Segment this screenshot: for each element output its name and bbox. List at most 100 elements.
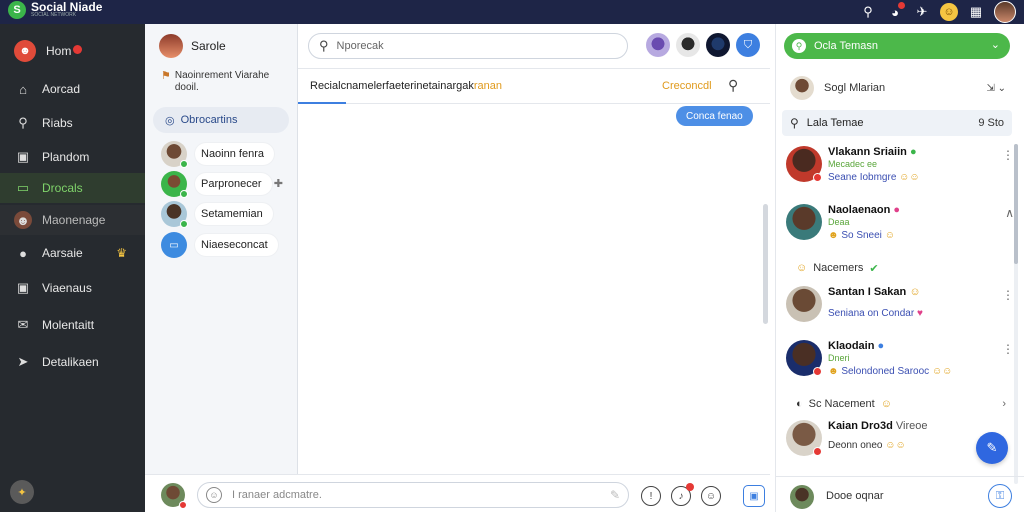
conversation-filter-active[interactable]: ◎ Obrocartins [153,107,289,133]
avatar[interactable] [676,33,700,57]
notifications-icon[interactable]: ◕ [886,2,905,21]
emoji-icon: ☺ [796,262,808,274]
contact-name: Naolaenaon ● [828,204,901,216]
sidebar-item-search[interactable]: ⚲ Riabs [0,108,145,138]
collapse-icon[interactable]: ∧ [1005,206,1014,220]
scrollbar-thumb[interactable] [1014,144,1018,264]
more-icon[interactable]: ⋮ [1002,148,1014,162]
search-icon[interactable]: ⚲ [728,77,738,94]
contact-name: Klaodain ● [828,340,885,352]
conversation-list: Sarole ⚑ Naoinrement Viarahe dooil. ◎ Ob… [145,24,298,474]
message-input[interactable]: ☺ I ranaer adcmatre. ✎ [197,482,629,508]
scrollbar[interactable] [763,204,768,324]
house-icon: ⌂ [19,81,27,97]
mail-icon: ✉ [17,317,29,332]
new-message-button[interactable]: ✎ [976,432,1008,464]
sidebar-item-detalikaen[interactable]: ➤ Detalikaen [0,347,145,377]
avatar[interactable] [161,483,187,509]
contact-name: Vlakann Sriaiin ● [828,146,917,158]
avatar[interactable] [646,33,670,57]
attach-icon[interactable]: ✎ [610,488,620,502]
panel-user[interactable]: Sogl Mlarian ⇲ ⌄ [790,75,1010,101]
top-bar: S Social Niade SOCIAL NETWORK ⚲ ◕ ✈ ☺ ▦ [0,0,1024,24]
pin-icon[interactable]: ✚ [274,177,283,190]
panel-header[interactable]: ⚲ Ocla Temasn ⌄ [784,33,1010,59]
panel-search-input[interactable]: ⚲ Lala Temae 9 Sto [782,110,1012,136]
sidebar-nav: ☻ Hom ⌂ Aorcad ⚲ Riabs ▣ Plandom ▭ Droca… [0,24,145,512]
avatar [159,34,183,58]
group-row[interactable]: ◐ Sc Nacement ☺ › [796,395,1006,413]
video-icon: ▣ [16,280,30,295]
chat-icon: ▭ [16,180,30,195]
sidebar-item-aarsaie[interactable]: ● Aarsaie ♛ [0,238,145,268]
notifications-icon[interactable]: ♪ [671,483,694,506]
avatar [786,146,822,182]
brand-name: Social Niade [31,0,103,14]
group-label: Sc Nacement [808,398,875,410]
sidebar-item-molentaitt[interactable]: ✉ Molentaitt [0,310,145,340]
contact-name: Santan I Sakan ☺ [828,286,921,298]
avatar [161,201,188,228]
sidebar-item-plandom[interactable]: ▣ Plandom [0,142,145,172]
info-icon[interactable]: ! [641,486,661,506]
list-item[interactable]: Setamemian [161,201,273,228]
emoji-icon[interactable]: ☺ [206,487,222,503]
chart-icon: ▣ [16,149,30,164]
settings-avatar[interactable]: ✦ [10,480,34,504]
search-icon: ⚲ [792,39,806,53]
search-icon: ⚲ [319,38,329,53]
sidebar-item-label: Plandom [42,150,90,164]
lock-icon[interactable]: ⚿ [988,484,1012,508]
search-icon[interactable]: ⚲ [859,3,877,21]
list-item[interactable]: ▭ Niaeseconcat [161,232,278,258]
more-icon[interactable]: ⋮ [1002,288,1014,302]
trophy-icon: ♛ [116,246,127,260]
video-call-icon[interactable]: ▣ [743,485,765,507]
list-item[interactable]: Parpronecer [161,171,272,198]
brand[interactable]: S Social Niade SOCIAL NETWORK [8,1,102,19]
sidebar-item-label: Aorcad [42,82,81,96]
contact-subtitle: Dneri [828,353,850,363]
sidebar-item-drocals[interactable]: ▭ Drocals [0,173,145,203]
group-row[interactable]: ☺ Nacemers ✔ [796,259,1006,277]
search-input[interactable]: ⚲ Nporecak [308,33,628,59]
avatar [161,171,188,198]
sidebar-item-label: Hom [46,44,72,58]
message-placeholder: I ranaer adcmatre. [232,489,322,501]
sidebar-item-aorcad[interactable]: ⌂ Aorcad [0,74,145,104]
avatar[interactable] [790,485,814,509]
avatar[interactable] [706,33,730,57]
sidebar-item-home[interactable]: ☻ Hom [0,36,145,66]
chevron-down-icon: ⌄ [990,39,1000,51]
sidebar-item-label: Aarsaie [42,246,83,260]
shield-icon[interactable]: ⛉ [736,33,760,57]
send-icon[interactable]: ✈ [913,3,931,21]
contacts-panel: ⚲ Ocla Temasn ⌄ Sogl Mlarian ⇲ ⌄ ⚲ Lala … [775,24,1024,512]
contact-subtitle: Mecadec ee [828,159,878,169]
count-badge: 9 Sto [978,117,1004,129]
contact-status: ☻ Selondoned Sarooc ☺☺ [828,366,953,377]
home-avatar: ☻ [14,40,36,62]
contact-status: ☻ So Sneei ☺ [828,230,895,241]
chat-status: Creconcdl [662,80,712,92]
scrollbar[interactable] [1014,144,1018,484]
grid-icon[interactable]: ▦ [967,3,985,21]
contact-name: Kaian Dro3d Vireoe [828,420,928,432]
list-item[interactable]: Naoinn fenra [161,141,274,168]
brand-logo-icon: S [8,1,26,19]
smiley-icon[interactable]: ☺ [701,486,721,506]
emoji-icon: ☺ [880,398,892,410]
emoji-icon[interactable]: ☺ [940,3,958,21]
panel-header-title: Ocla Temasn [814,40,878,52]
conversation-header-title: Sarole [191,39,226,53]
more-icon[interactable]: ⋮ [1002,342,1014,356]
send-icon: ➤ [17,354,29,369]
expand-icon[interactable]: ⇲ ⌄ [986,83,1006,94]
group-avatar-icon: ▭ [161,232,187,258]
info-icon: ● [19,245,27,261]
sidebar-item-viaenaus[interactable]: ▣ Viaenaus [0,273,145,303]
sidebar-item-maonenage[interactable]: ☻ Maonenage [0,205,145,235]
conversation-header[interactable]: Sarole [159,34,226,58]
profile-avatar[interactable] [994,1,1016,23]
user-avatar: ☻ [14,211,32,229]
